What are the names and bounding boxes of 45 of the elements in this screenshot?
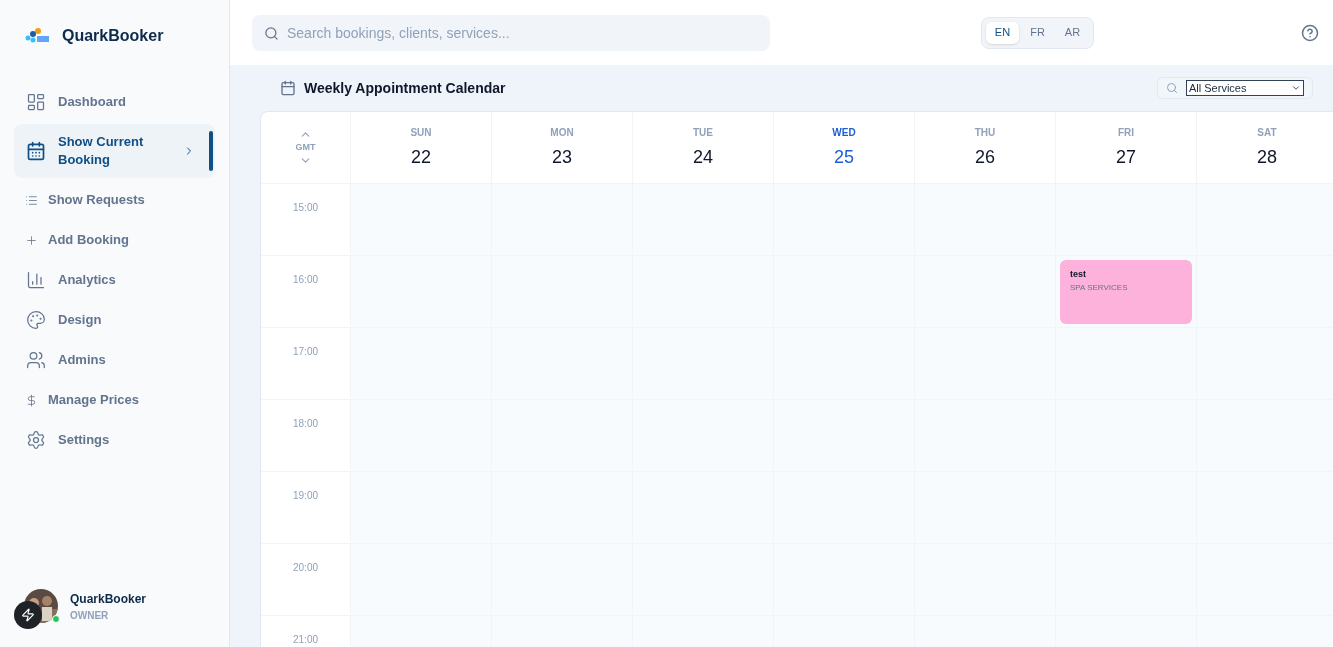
palette-icon xyxy=(26,310,46,330)
help-icon[interactable] xyxy=(1301,23,1319,42)
list-icon xyxy=(24,193,38,207)
search-icon xyxy=(1166,82,1178,94)
appointment-service: SPA SERVICES xyxy=(1070,281,1129,294)
search-field[interactable]: Search bookings, clients, services... xyxy=(252,14,770,51)
user-name: QuarkBooker xyxy=(70,590,147,608)
calendar-icon xyxy=(280,80,296,96)
active-indicator xyxy=(209,131,213,171)
sidebar-item[interactable]: Settings xyxy=(14,422,215,458)
sidebar-item[interactable]: Add Booking xyxy=(14,222,215,258)
timezone-label: GMT xyxy=(295,140,316,154)
time-label: 20:00 xyxy=(293,561,318,572)
caret-icon xyxy=(1291,83,1301,93)
sidebar-item[interactable]: Admins xyxy=(14,342,215,378)
language-tab[interactable]: FR xyxy=(1021,21,1054,44)
logo-icon xyxy=(24,27,50,45)
user-role: OWNER xyxy=(70,608,110,623)
time-label: 16:00 xyxy=(293,273,318,284)
plus-icon xyxy=(24,233,38,247)
sidebar-item[interactable]: Show Current Booking xyxy=(14,124,215,178)
calendar-icon xyxy=(26,141,46,161)
lightning-icon xyxy=(21,608,35,622)
users-icon xyxy=(26,350,46,370)
language-tab[interactable]: EN xyxy=(986,21,1019,44)
time-label: 19:00 xyxy=(293,489,318,500)
sidebar-item[interactable]: Show Requests xyxy=(14,182,215,218)
sidebar-item[interactable]: Design xyxy=(14,302,215,338)
sidebar-item[interactable]: Manage Prices xyxy=(14,382,215,418)
brand-name: QuarkBooker xyxy=(62,26,164,46)
appointment-title: test xyxy=(1070,268,1087,281)
time-label: 15:00 xyxy=(293,201,318,212)
service-filter[interactable]: All Services xyxy=(1157,77,1313,99)
time-label: 21:00 xyxy=(293,633,318,644)
bar-chart-icon xyxy=(26,270,46,290)
sidebar-item[interactable]: Analytics xyxy=(14,262,215,298)
sidebar-item[interactable]: Dashboard xyxy=(14,84,215,120)
settings-icon xyxy=(26,430,46,450)
search-icon xyxy=(264,25,279,41)
language-tab[interactable]: AR xyxy=(1056,21,1089,44)
dashboard-icon xyxy=(26,92,46,112)
calendar-title: Weekly Appointment Calendar xyxy=(304,78,506,98)
quick-action-button[interactable] xyxy=(14,601,42,629)
time-label: 17:00 xyxy=(293,345,318,356)
time-label: 18:00 xyxy=(293,417,318,428)
